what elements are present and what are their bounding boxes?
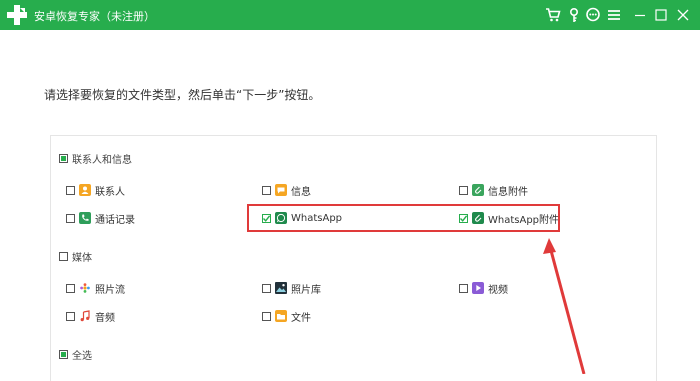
annotation-arrow-icon — [543, 238, 586, 374]
